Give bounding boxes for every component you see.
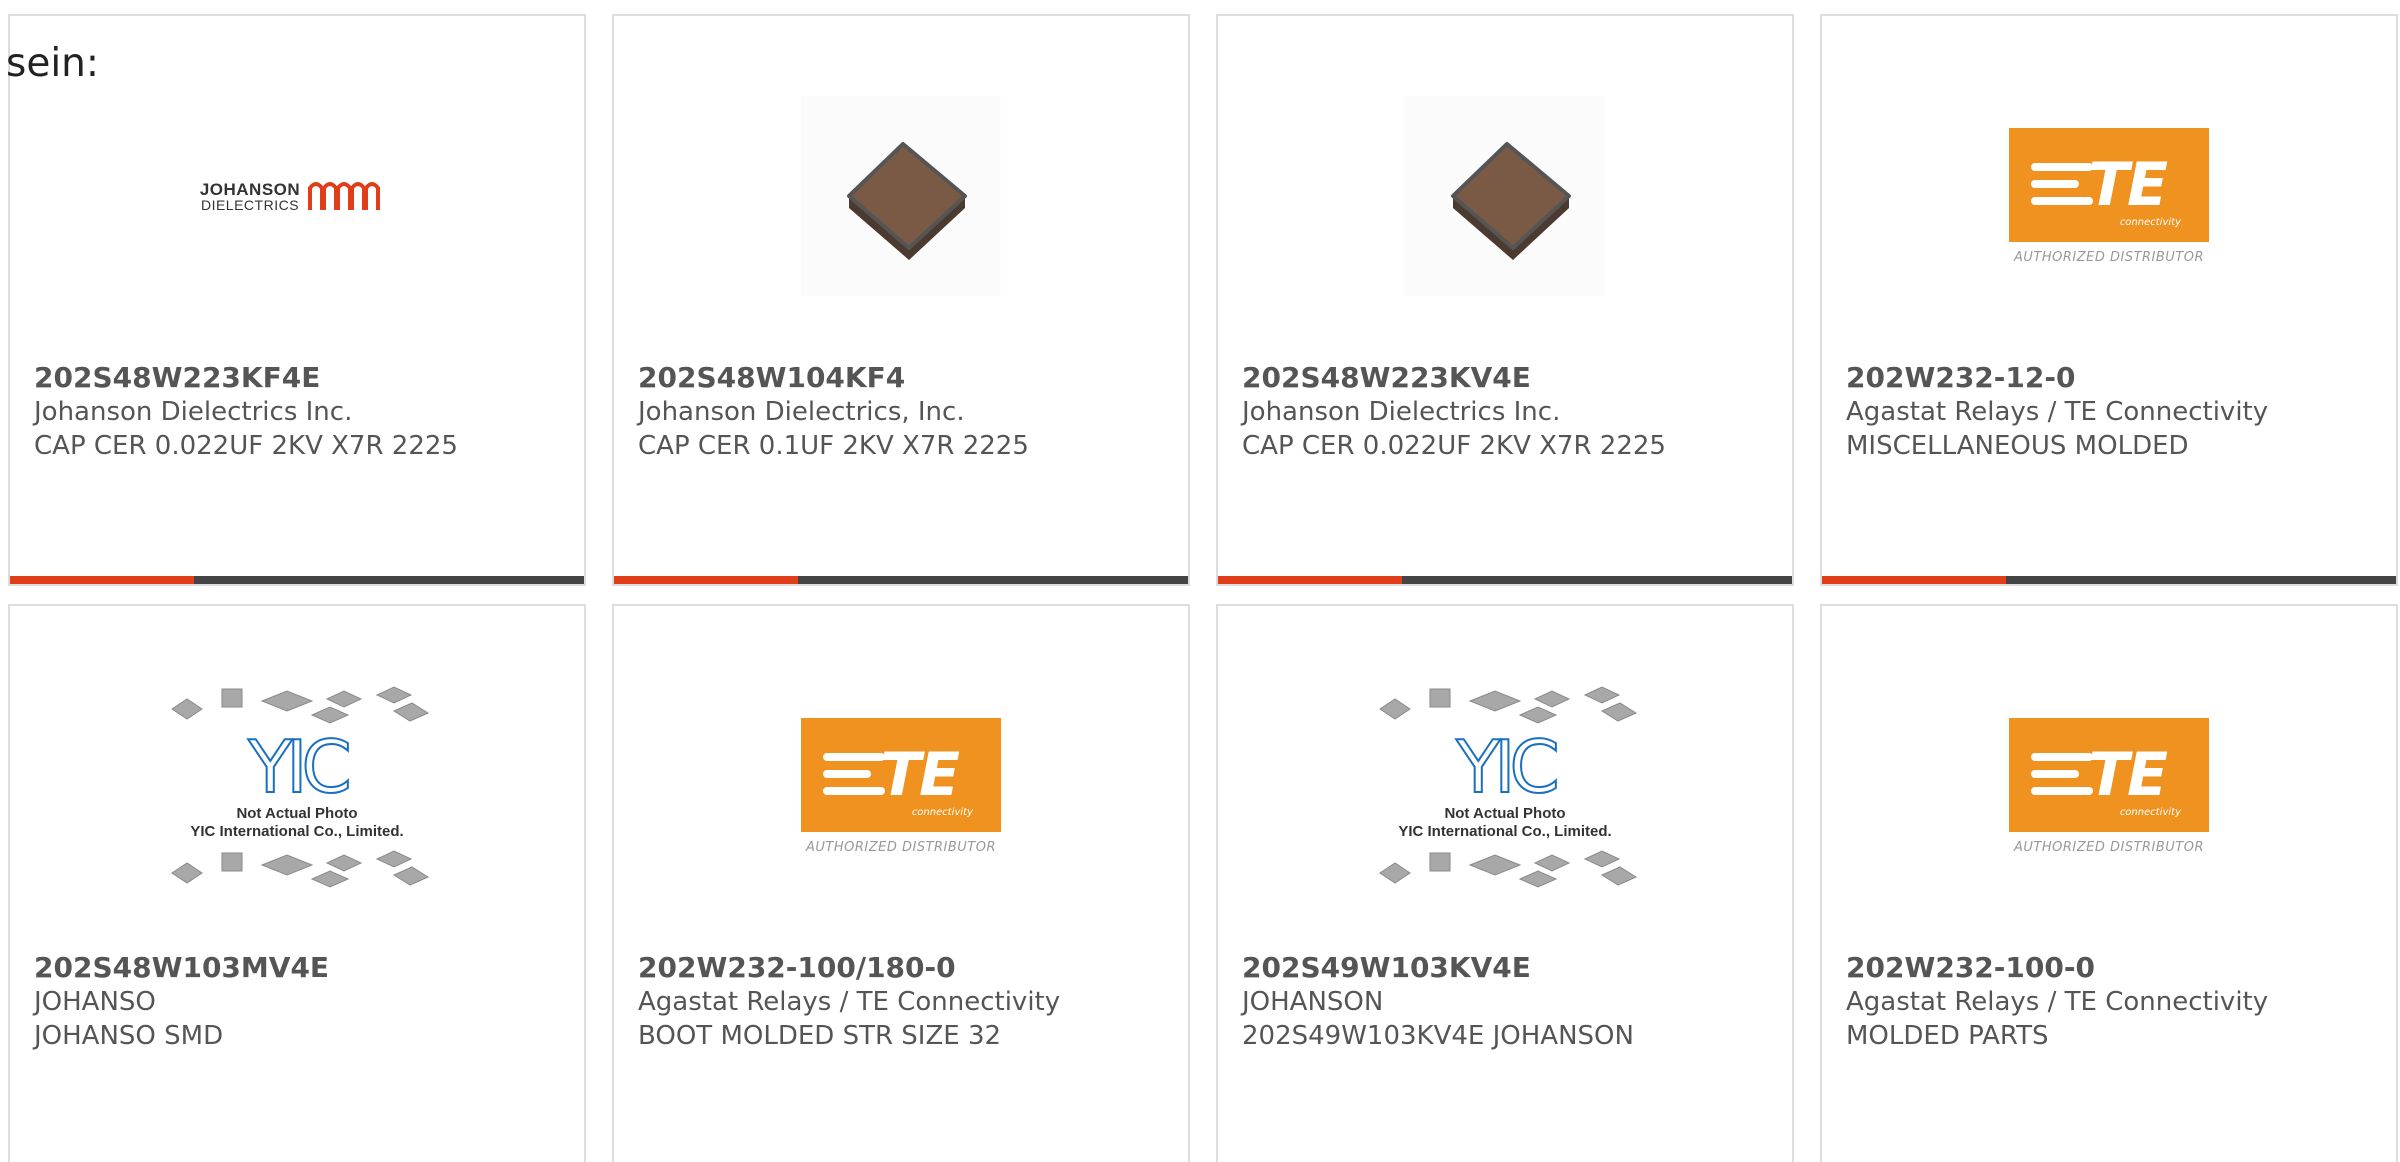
manufacturer: JOHANSON	[1242, 987, 1384, 1017]
johanson-logo: JOHANSON DIELECTRICS	[200, 176, 394, 216]
te-logo-bars	[823, 752, 885, 804]
te-logo-letters: TE	[880, 739, 960, 810]
product-image[interactable]: YIC Not Actual Photo YIC International Co.…	[10, 668, 584, 904]
te-logo-letters: TE	[2088, 739, 2168, 810]
part-number[interactable]: 202S48W103MV4E	[34, 951, 572, 985]
part-number[interactable]: 202W232-100/180-0	[638, 951, 1176, 985]
product-card[interactable]: TE connectivity AUTHORIZED DISTRIBUTOR 202W…	[1820, 604, 2398, 1162]
johanson-logo-line1: JOHANSON	[199, 179, 301, 199]
product-info: 202W232-100/180-0 Agastat Relays / TE Con…	[638, 951, 1176, 1053]
ceramic-chip-photo	[1405, 96, 1605, 296]
te-authorized-distributor: AUTHORIZED DISTRIBUTOR	[805, 839, 997, 855]
product-info: 202W232-12-0 Agastat Relays / TE Connecti…	[1846, 361, 2384, 463]
te-logo-connectivity: connectivity	[911, 806, 973, 818]
te-authorized-distributor: AUTHORIZED DISTRIBUTOR	[2013, 839, 2205, 855]
yic-placeholder: YIC Not Actual Photo YIC International Co.…	[1370, 679, 1640, 893]
yic-caption-line2: YIC International Co., Limited.	[1398, 823, 1612, 840]
product-image[interactable]: TE connectivity AUTHORIZED DISTRIBUTOR	[1822, 668, 2396, 904]
product-info: 202S48W223KV4E Johanson Dielectrics Inc. C…	[1242, 361, 1780, 463]
manufacturer: Agastat Relays / TE Connectivity	[638, 987, 1061, 1017]
manufacturer: Agastat Relays / TE Connectivity	[1846, 397, 2269, 427]
product-image[interactable]: TE connectivity AUTHORIZED DISTRIBUTOR	[614, 668, 1188, 904]
yic-logo-mark: YIC	[247, 725, 352, 809]
product-card[interactable]: 202S48W223KV4E Johanson Dielectrics Inc. C…	[1216, 14, 1794, 586]
product-image[interactable]	[614, 78, 1188, 314]
te-connectivity-logo: TE connectivity AUTHORIZED DISTRIBUTOR	[2009, 717, 2209, 855]
card-accent-bar	[1822, 576, 2396, 584]
yic-caption-line2: YIC International Co., Limited.	[190, 823, 404, 840]
te-logo-connectivity: connectivity	[2119, 806, 2181, 818]
manufacturer: Agastat Relays / TE Connectivity	[1846, 987, 2269, 1017]
chips-bottom-icon	[171, 850, 430, 888]
te-connectivity-logo: TE connectivity AUTHORIZED DISTRIBUTOR	[2009, 127, 2209, 265]
product-info: 202S48W223KF4E Johanson Dielectrics Inc. C…	[34, 361, 572, 463]
product-info: 202W232-100-0 Agastat Relays / TE Connect…	[1846, 951, 2384, 1053]
manufacturer: JOHANSO	[34, 987, 156, 1017]
product-info: 202S49W103KV4E JOHANSON 202S49W103KV4E JOH…	[1242, 951, 1780, 1053]
te-connectivity-logo: TE connectivity AUTHORIZED DISTRIBUTOR	[801, 717, 1001, 855]
yic-caption: Not Actual Photo YIC International Co., L…	[1398, 805, 1611, 841]
description: BOOT MOLDED STR SIZE 32	[638, 1021, 1002, 1051]
description: MISCELLANEOUS MOLDED	[1846, 431, 2189, 461]
te-logo-box: TE connectivity	[2009, 717, 2209, 832]
te-logo-connectivity: connectivity	[2119, 216, 2181, 228]
card-accent-bar	[1218, 576, 1792, 584]
chips-top-icon	[171, 686, 430, 724]
yic-placeholder: YIC Not Actual Photo YIC International Co.…	[162, 679, 432, 893]
card-accent-bar-fill	[614, 576, 798, 584]
product-info: 202S48W103MV4E JOHANSO JOHANSO SMD	[34, 951, 572, 1053]
te-logo-letters: TE	[2088, 149, 2168, 220]
description: MOLDED PARTS	[1846, 1021, 2049, 1051]
chips-top-icon	[1379, 686, 1638, 724]
product-card[interactable]: YIC Not Actual Photo YIC International Co.…	[8, 604, 586, 1162]
manufacturer: Johanson Dielectrics Inc.	[1242, 397, 1561, 427]
product-card[interactable]: TE connectivity AUTHORIZED DISTRIBUTOR 202W…	[612, 604, 1190, 1162]
part-number[interactable]: 202W232-100-0	[1846, 951, 2384, 985]
capacitor-chip-icon	[1451, 142, 1571, 260]
part-number[interactable]: 202S48W223KF4E	[34, 361, 572, 395]
part-number[interactable]: 202S49W103KV4E	[1242, 951, 1780, 985]
card-accent-bar-fill	[1218, 576, 1402, 584]
card-accent-bar-fill	[10, 576, 194, 584]
manufacturer: Johanson Dielectrics, Inc.	[638, 397, 965, 427]
product-image[interactable]: YIC Not Actual Photo YIC International Co.…	[1218, 668, 1792, 904]
capacitor-chip-icon	[847, 142, 967, 260]
product-card[interactable]: TE connectivity AUTHORIZED DISTRIBUTOR 202W…	[1820, 14, 2398, 586]
product-image[interactable]	[1218, 78, 1792, 314]
yic-caption-line1: Not Actual Photo	[236, 805, 358, 822]
card-accent-bar	[10, 576, 584, 584]
description: CAP CER 0.1UF 2KV X7R 2225	[638, 431, 1029, 461]
part-number[interactable]: 202S48W104KF4	[638, 361, 1176, 395]
johanson-logo-line2: DIELECTRICS	[200, 196, 300, 213]
part-number[interactable]: 202S48W223KV4E	[1242, 361, 1780, 395]
description: JOHANSO SMD	[34, 1021, 224, 1051]
part-number[interactable]: 202W232-12-0	[1846, 361, 2384, 395]
description: CAP CER 0.022UF 2KV X7R 2225	[34, 431, 458, 461]
card-accent-bar-fill	[1822, 576, 2006, 584]
product-info: 202S48W104KF4 Johanson Dielectrics, Inc. C…	[638, 361, 1176, 463]
te-logo-box: TE connectivity	[801, 717, 1001, 832]
manufacturer: Johanson Dielectrics Inc.	[34, 397, 353, 427]
ceramic-chip-photo	[801, 96, 1001, 296]
card-accent-bar	[614, 576, 1188, 584]
johanson-logo-text: JOHANSON DIELECTRICS	[200, 181, 300, 212]
te-authorized-distributor: AUTHORIZED DISTRIBUTOR	[2013, 249, 2205, 265]
te-logo-bars	[2031, 162, 2093, 214]
product-card[interactable]: YIC Not Actual Photo YIC International Co.…	[1216, 604, 1794, 1162]
intro-text: sein:	[6, 41, 100, 86]
product-card[interactable]: JOHANSON DIELECTRICS 202S48W223KF4E Johanso…	[8, 14, 586, 586]
description: CAP CER 0.022UF 2KV X7R 2225	[1242, 431, 1666, 461]
product-image[interactable]: JOHANSON DIELECTRICS	[10, 78, 584, 314]
product-card[interactable]: 202S48W104KF4 Johanson Dielectrics, Inc. C…	[612, 14, 1190, 586]
yic-logo-mark: YIC	[1455, 725, 1560, 809]
yic-caption: Not Actual Photo YIC International Co., L…	[190, 805, 403, 841]
description: 202S49W103KV4E JOHANSON	[1242, 1021, 1634, 1051]
chips-bottom-icon	[1379, 850, 1638, 888]
johanson-waves-icon	[308, 182, 381, 210]
yic-caption-line1: Not Actual Photo	[1444, 805, 1566, 822]
te-logo-box: TE connectivity	[2009, 127, 2209, 242]
product-image[interactable]: TE connectivity AUTHORIZED DISTRIBUTOR	[1822, 78, 2396, 314]
te-logo-bars	[2031, 752, 2093, 804]
